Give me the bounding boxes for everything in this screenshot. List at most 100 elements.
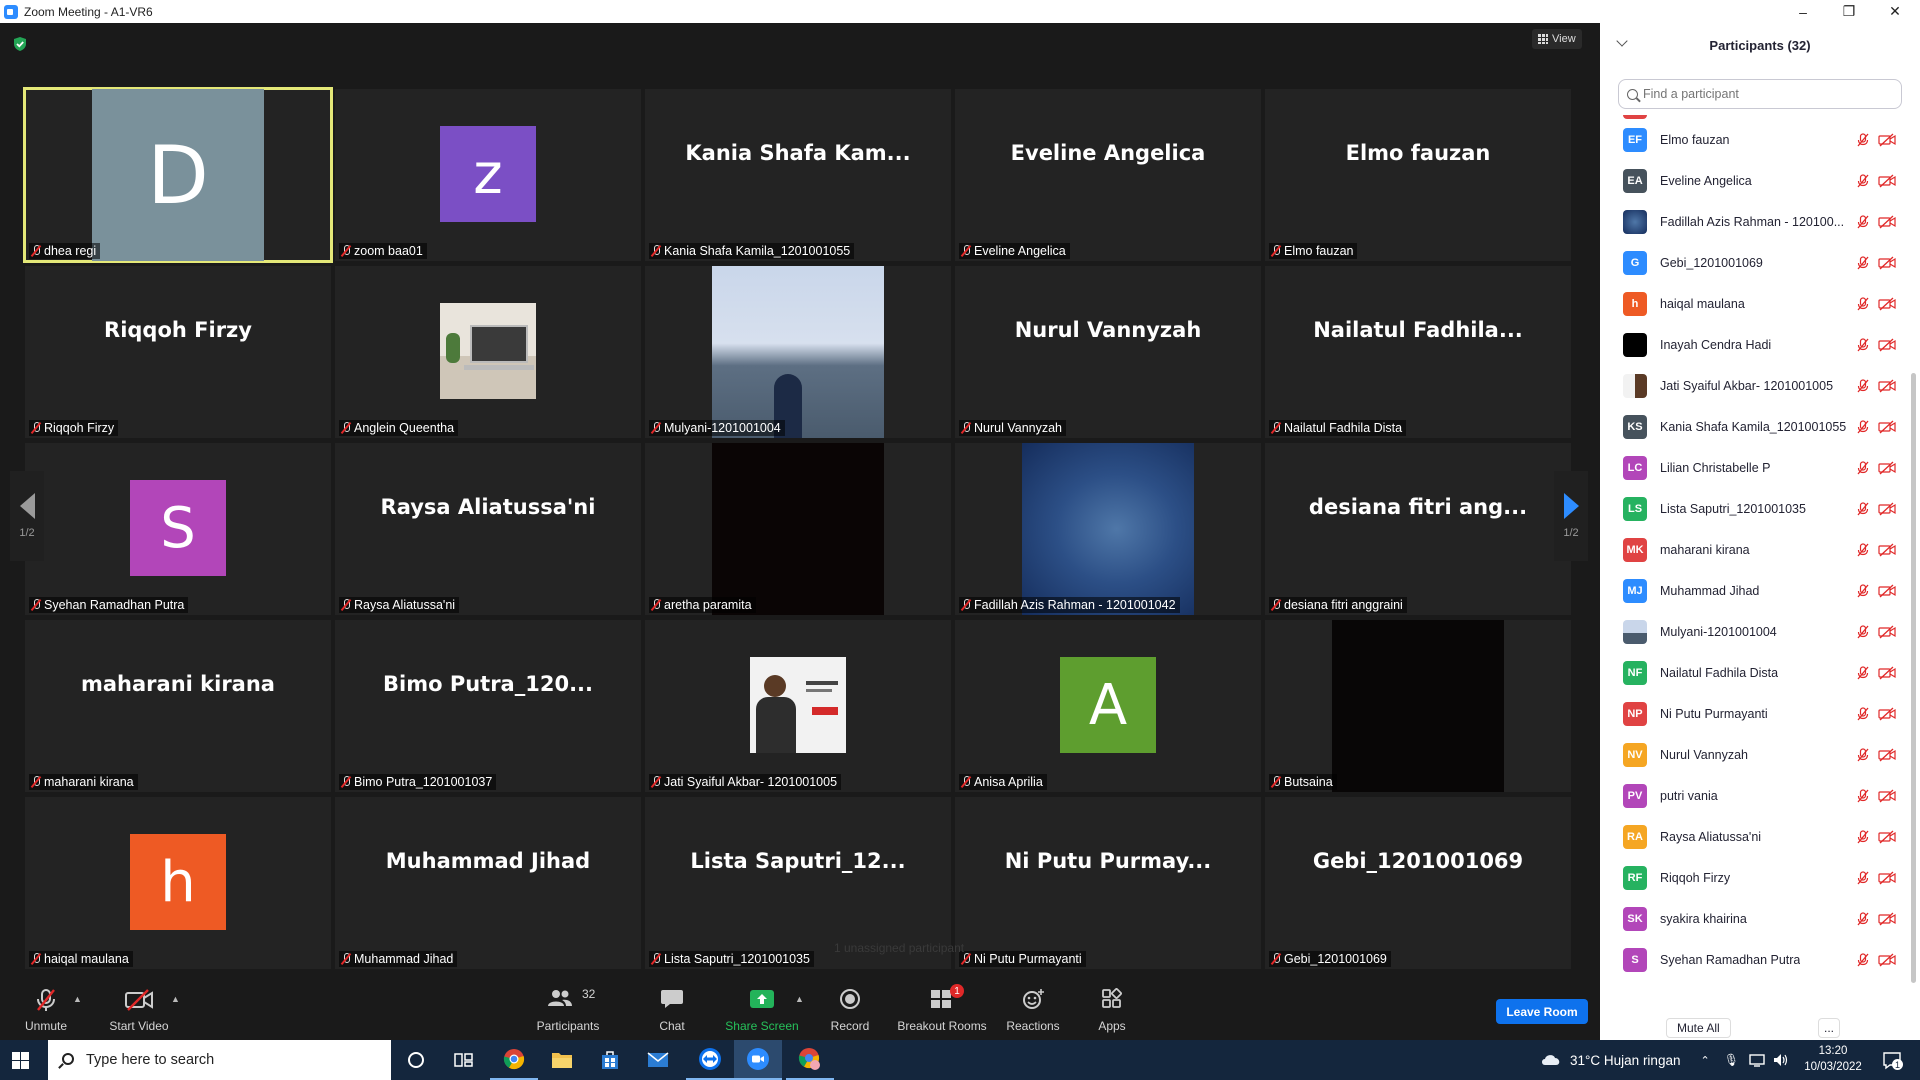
video-tile[interactable]: Nurul Vannyzah Nurul Vannyzah — [955, 266, 1261, 438]
microphone-icon[interactable]: 🎙 — [1724, 1053, 1739, 1067]
microphone-muted-icon[interactable] — [1856, 337, 1870, 352]
video-tile[interactable]: Anglein Queentha — [335, 266, 641, 438]
video-camera-off-icon[interactable] — [1878, 584, 1896, 598]
notification-center-button[interactable]: 1 — [1882, 1050, 1903, 1070]
participant-list-item[interactable]: RF Riqqoh Firzy — [1600, 857, 1914, 898]
participant-search[interactable] — [1618, 79, 1902, 109]
microphone-muted-icon[interactable] — [1856, 173, 1870, 188]
participant-list-item[interactable]: LC Lilian Christabelle P — [1600, 447, 1914, 488]
video-camera-off-icon[interactable] — [1878, 707, 1896, 721]
video-tile[interactable]: Fadillah Azis Rahman - 1201001042 — [955, 443, 1261, 615]
video-tile[interactable]: Bimo Putra_120... Bimo Putra_1201001037 — [335, 620, 641, 792]
microphone-muted-icon[interactable] — [1856, 829, 1870, 844]
microphone-muted-icon[interactable] — [1856, 501, 1870, 516]
participant-list-item[interactable]: EA Eveline Angelica — [1600, 160, 1914, 201]
participant-list-item[interactable]: h haiqal maulana — [1600, 283, 1914, 324]
video-camera-off-icon[interactable] — [1878, 256, 1896, 270]
taskbar-teamviewer[interactable] — [686, 1040, 734, 1080]
taskbar-zoom[interactable] — [734, 1040, 782, 1080]
microphone-muted-icon[interactable] — [1856, 665, 1870, 680]
show-hidden-icons-icon[interactable]: ⌃ — [1700, 1054, 1709, 1067]
view-button[interactable]: View — [1532, 29, 1582, 49]
video-camera-off-icon[interactable] — [1878, 871, 1896, 885]
microphone-muted-icon[interactable] — [1856, 460, 1870, 475]
microphone-muted-icon[interactable] — [1856, 296, 1870, 311]
video-tile[interactable]: desiana fitri ang... desiana fitri anggra… — [1265, 443, 1571, 615]
video-tile[interactable]: Kania Shafa Kam... Kania Shafa Kamila_120… — [645, 89, 951, 261]
volume-icon[interactable] — [1773, 1053, 1789, 1067]
video-tile[interactable]: Elmo fauzan Elmo fauzan — [1265, 89, 1571, 261]
participant-list-scrollbar[interactable] — [1911, 373, 1916, 983]
participants-button[interactable]: 32 Participants — [534, 980, 602, 1040]
video-camera-off-icon[interactable] — [1878, 379, 1896, 393]
video-tile[interactable]: Muhammad Jihad Muhammad Jihad — [335, 797, 641, 969]
taskbar-chrome-profile[interactable] — [786, 1040, 834, 1080]
microphone-muted-icon[interactable] — [1856, 214, 1870, 229]
video-tile[interactable]: Riqqoh Firzy Riqqoh Firzy — [25, 266, 331, 438]
participant-list-item[interactable]: Fadillah Azis Rahman - 120100... — [1600, 201, 1914, 242]
video-camera-off-icon[interactable] — [1878, 912, 1896, 926]
taskbar-store[interactable] — [586, 1040, 634, 1080]
video-camera-off-icon[interactable] — [1878, 174, 1896, 188]
participant-list-item[interactable]: Inayah Cendra Hadi — [1600, 324, 1914, 365]
video-camera-off-icon[interactable] — [1878, 666, 1896, 680]
windows-start-icon[interactable] — [12, 1052, 29, 1069]
video-camera-off-icon[interactable] — [1878, 543, 1896, 557]
participant-list-item[interactable]: Jati Syaiful Akbar- 1201001005 — [1600, 365, 1914, 406]
audio-options-caret-icon[interactable]: ▲ — [73, 994, 82, 1004]
video-camera-off-icon[interactable] — [1878, 338, 1896, 352]
video-camera-off-icon[interactable] — [1878, 502, 1896, 516]
share-options-caret-icon[interactable]: ▲ — [795, 994, 804, 1004]
record-button[interactable]: Record — [824, 980, 876, 1040]
video-tile[interactable]: maharani kirana maharani kirana — [25, 620, 331, 792]
participant-list-item[interactable]: MK maharani kirana — [1600, 529, 1914, 570]
video-camera-off-icon[interactable] — [1878, 461, 1896, 475]
share-screen-button[interactable]: Share Screen — [722, 980, 802, 1040]
participant-list-item[interactable]: KS Kania Shafa Kamila_1201001055 — [1600, 406, 1914, 447]
taskbar-clock[interactable]: 13:20 10/03/2022 — [1796, 1043, 1870, 1075]
next-page-button[interactable]: 1/2 — [1554, 471, 1588, 561]
cortana-button[interactable] — [392, 1040, 440, 1080]
previous-page-button[interactable]: 1/2 — [10, 471, 44, 561]
weather-text[interactable]: 31°C Hujan ringan — [1570, 1053, 1680, 1068]
video-tile[interactable]: A Anisa Aprilia — [955, 620, 1261, 792]
participant-list-item[interactable]: EF Elmo fauzan — [1600, 119, 1914, 160]
participant-list-item[interactable]: RA Raysa Aliatussa'ni — [1600, 816, 1914, 857]
microphone-muted-icon[interactable] — [1856, 378, 1870, 393]
microphone-muted-icon[interactable] — [1856, 870, 1870, 885]
microphone-muted-icon[interactable] — [1856, 706, 1870, 721]
more-options-button[interactable]: ... — [1818, 1018, 1840, 1038]
taskbar-mail[interactable] — [634, 1040, 682, 1080]
microphone-muted-icon[interactable] — [1856, 583, 1870, 598]
video-camera-off-icon[interactable] — [1878, 215, 1896, 229]
video-tile[interactable]: Mulyani-1201001004 — [645, 266, 951, 438]
participant-search-input[interactable] — [1643, 87, 1883, 101]
video-camera-off-icon[interactable] — [1878, 133, 1896, 147]
maximize-button[interactable]: ❐ — [1826, 0, 1872, 23]
participant-list-item[interactable]: SK syakira khairina — [1600, 898, 1914, 939]
apps-button[interactable]: Apps — [1094, 980, 1130, 1040]
participant-list-item[interactable]: S Syehan Ramadhan Putra — [1600, 939, 1914, 980]
video-tile[interactable]: h haiqal maulana — [25, 797, 331, 969]
video-tile[interactable]: z zoom baa01 — [335, 89, 641, 261]
participant-list-item[interactable]: NF Nailatul Fadhila Dista — [1600, 652, 1914, 693]
participant-list-item[interactable]: G Gebi_1201001069 — [1600, 242, 1914, 283]
microphone-muted-icon[interactable] — [1856, 788, 1870, 803]
reactions-button[interactable]: Reactions — [1002, 980, 1064, 1040]
video-tile[interactable]: aretha paramita — [645, 443, 951, 615]
chat-button[interactable]: Chat — [652, 980, 692, 1040]
video-tile[interactable]: Gebi_1201001069 Gebi_1201001069 — [1265, 797, 1571, 969]
microphone-muted-icon[interactable] — [1856, 911, 1870, 926]
minimize-button[interactable]: – — [1780, 0, 1826, 23]
taskbar-search-box[interactable]: Type here to search — [48, 1040, 391, 1080]
encryption-shield-icon[interactable] — [12, 36, 28, 52]
participant-list-item[interactable]: PV putri vania — [1600, 775, 1914, 816]
video-camera-off-icon[interactable] — [1878, 625, 1896, 639]
participant-list-item[interactable]: NP Ni Putu Purmayanti — [1600, 693, 1914, 734]
participant-list-item[interactable]: LS Lista Saputri_1201001035 — [1600, 488, 1914, 529]
mute-all-button[interactable]: Mute All — [1666, 1018, 1731, 1038]
video-tile[interactable]: Nailatul Fadhila... Nailatul Fadhila Dist… — [1265, 266, 1571, 438]
participant-list-item[interactable]: NV Nurul Vannyzah — [1600, 734, 1914, 775]
task-view-button[interactable] — [440, 1040, 488, 1080]
microphone-muted-icon[interactable] — [1856, 952, 1870, 967]
